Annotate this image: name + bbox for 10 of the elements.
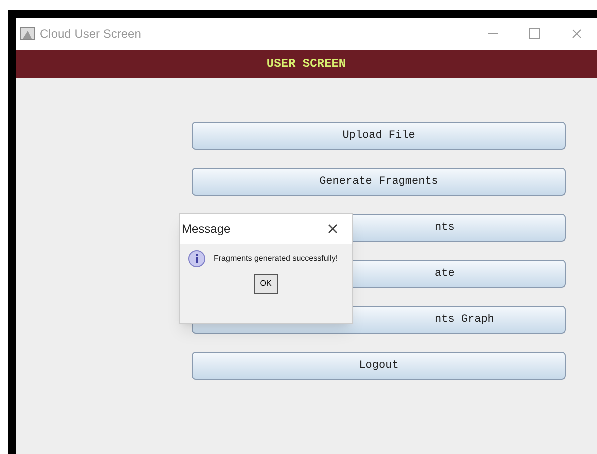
info-icon [188, 250, 206, 268]
window-title: Cloud User Screen [40, 26, 142, 43]
ok-button[interactable]: OK [254, 274, 278, 294]
menu-button[interactable]: Logout [192, 352, 566, 380]
menu-button[interactable]: Upload File [192, 122, 566, 150]
app-icon [20, 27, 36, 41]
close-icon[interactable] [328, 224, 338, 234]
banner-title: USER SCREEN [266, 56, 346, 73]
maximize-icon[interactable] [529, 28, 541, 40]
menu-button[interactable]: Generate Fragments [192, 168, 566, 196]
